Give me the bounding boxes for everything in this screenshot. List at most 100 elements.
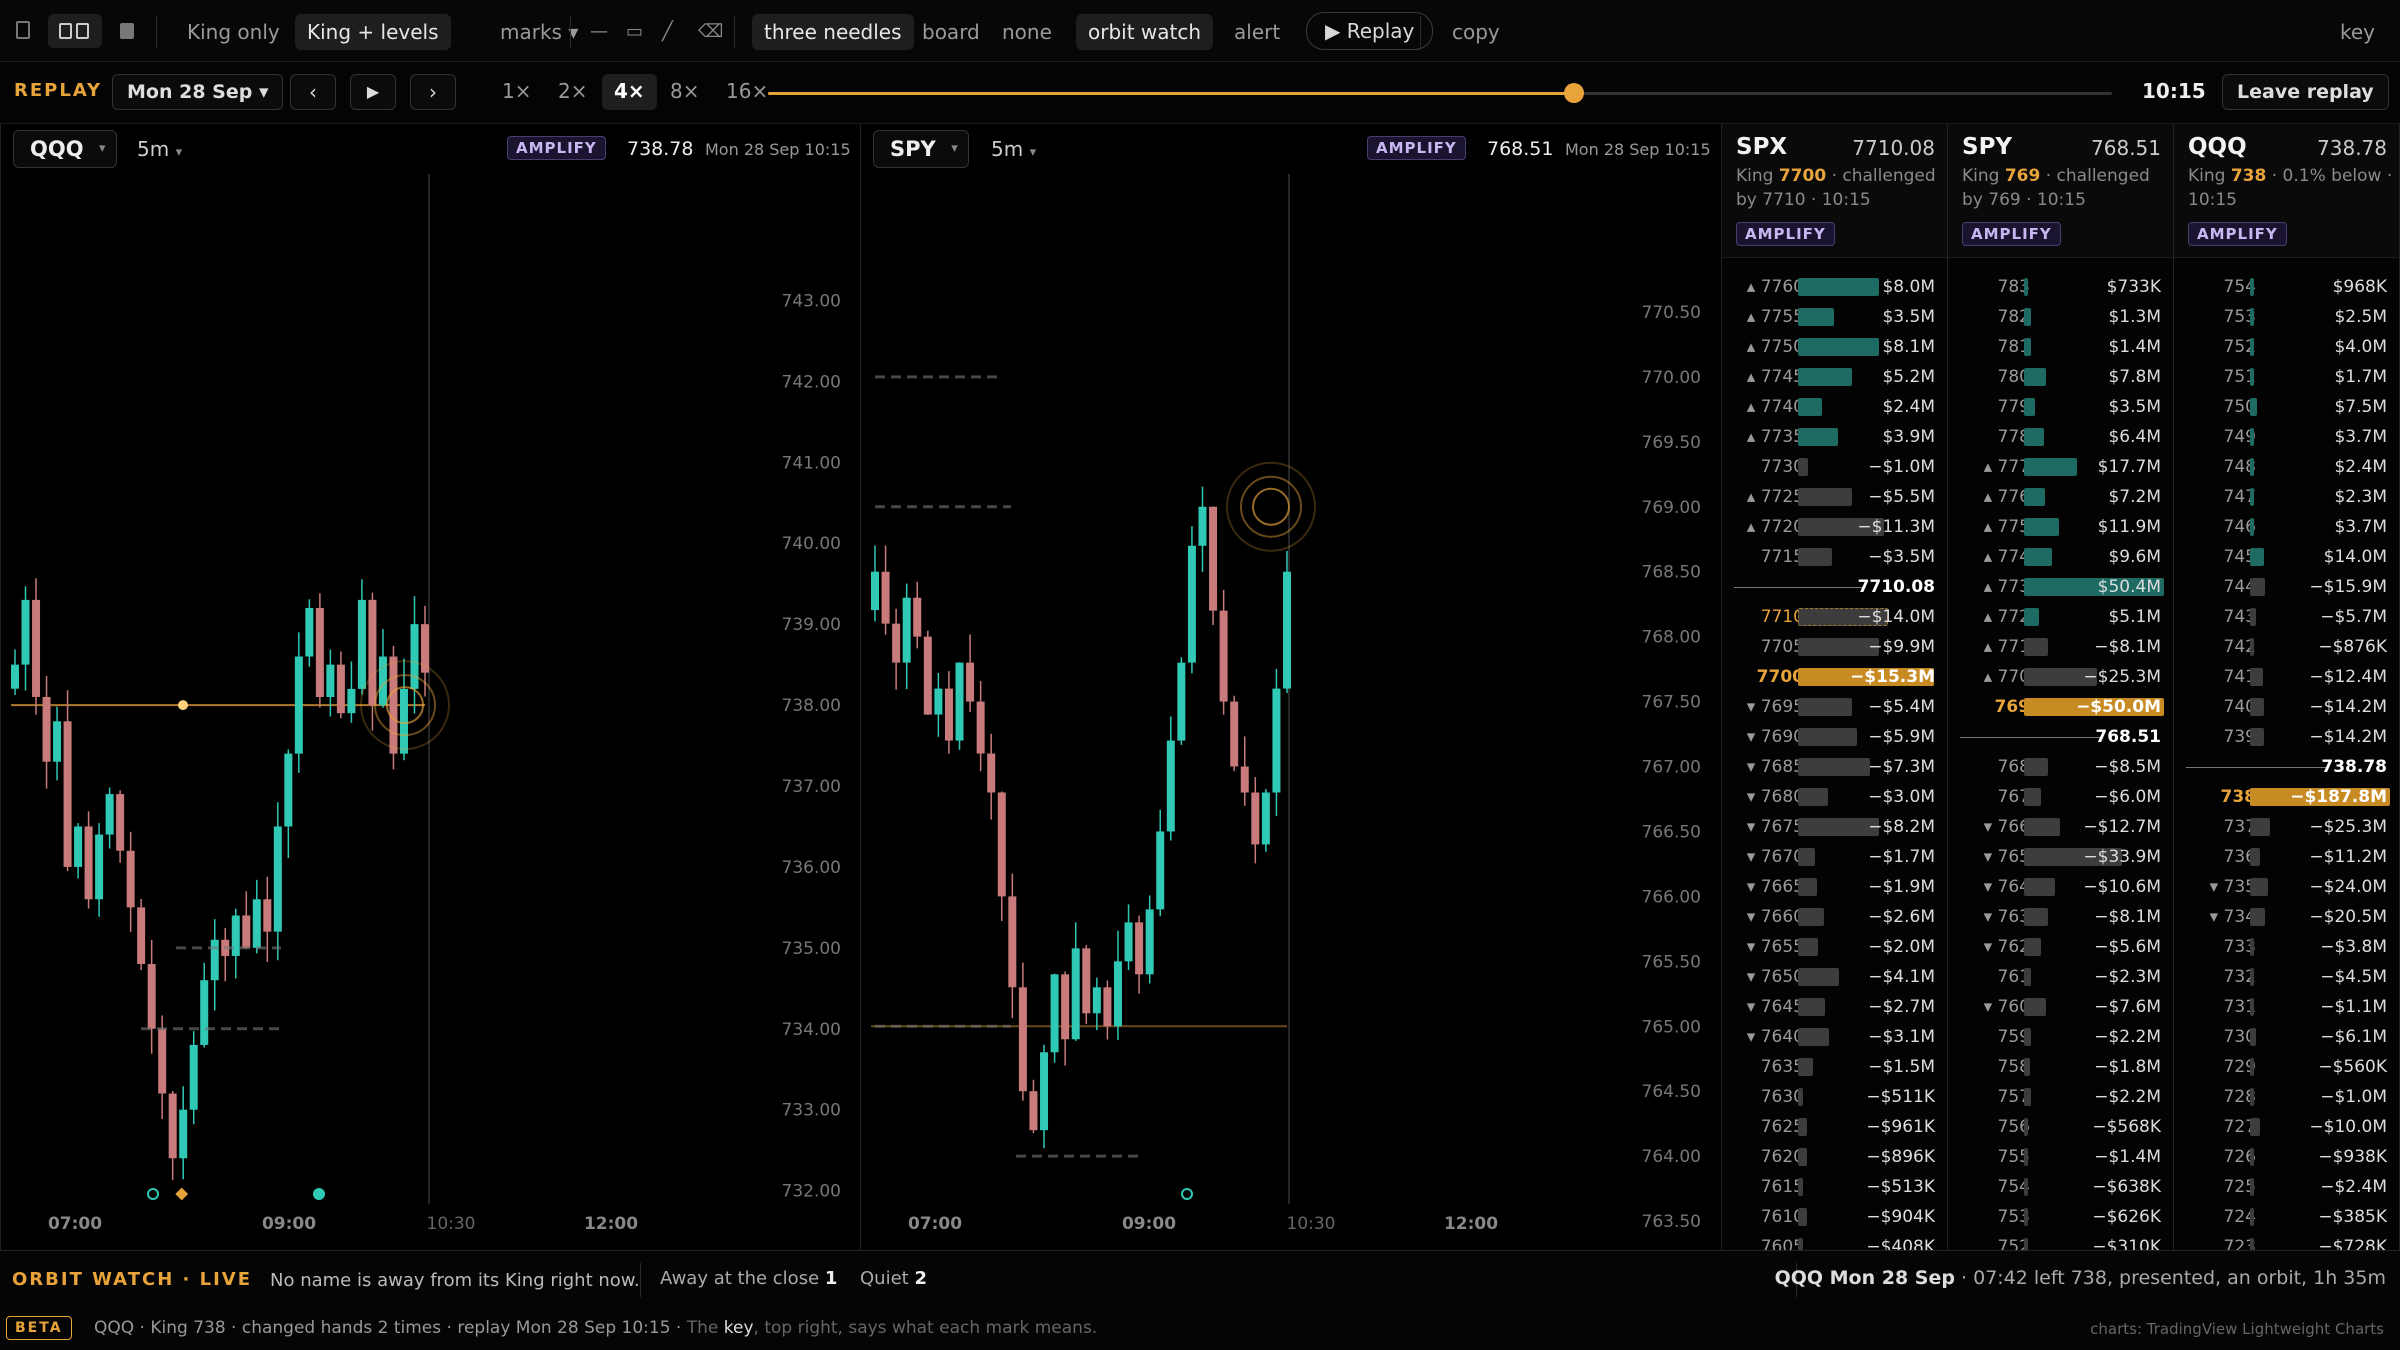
ladder-row[interactable]: ▾ 765 −$33.9M [1948, 842, 2173, 872]
ladder-row[interactable]: 778 $6.4M [1948, 422, 2173, 452]
ladder-row[interactable]: 7615 −$513K [1722, 1172, 1947, 1202]
key-button[interactable]: key [2328, 14, 2387, 50]
ladder-row[interactable]: 754 −$638K [1948, 1172, 2173, 1202]
ladder-row[interactable]: 739 −$14.2M [2174, 722, 2399, 752]
toolbar-copy-button[interactable]: copy [1440, 14, 1512, 50]
ladder-row[interactable]: 7715 −$3.5M [1722, 542, 1947, 572]
ladder-row[interactable]: 7605 −$408K [1722, 1232, 1947, 1250]
ladder-row[interactable]: 746 $3.7M [2174, 512, 2399, 542]
ladder-row[interactable]: ▾ 766 −$12.7M [1948, 812, 2173, 842]
toolbar-alert-button[interactable]: alert [1222, 14, 1292, 50]
ladder-row[interactable]: ▴ 773 $50.4M [1948, 572, 2173, 602]
ladder-row[interactable]: 724 −$385K [2174, 1202, 2399, 1232]
away-at-close-filter[interactable]: Away at the close 1 [660, 1268, 837, 1289]
ladder-row[interactable]: 749 $3.7M [2174, 422, 2399, 452]
replay-button[interactable]: ▶ Replay [1306, 12, 1434, 50]
ladder-row[interactable]: ▴ 7750 $8.1M [1722, 332, 1947, 362]
ladder-row[interactable]: ▾ 7645 −$2.7M [1722, 992, 1947, 1022]
replay-date-select[interactable]: Mon 28 Sep ▾ [112, 74, 284, 110]
ladder-row[interactable]: ▴ 7740 $2.4M [1722, 392, 1947, 422]
ladder-row[interactable]: 729 −$560K [2174, 1052, 2399, 1082]
ladder-row[interactable]: 779 $3.5M [1948, 392, 2173, 422]
ladder-row[interactable]: ▾ 7665 −$1.9M [1722, 872, 1947, 902]
ladder-row[interactable]: ▾ 7650 −$4.1M [1722, 962, 1947, 992]
ladder-row[interactable]: 767 −$6.0M [1948, 782, 2173, 812]
ladder-row[interactable]: 731 −$1.1M [2174, 992, 2399, 1022]
ladder-row[interactable]: ▴ 7735 $3.9M [1722, 422, 1947, 452]
ladder-row[interactable]: ▴ 776 $7.2M [1948, 482, 2173, 512]
ladder-row[interactable]: 759 −$2.2M [1948, 1022, 2173, 1052]
ladder-row[interactable]: ▾ 7670 −$1.7M [1722, 842, 1947, 872]
speed-1-button[interactable]: 2× [546, 74, 599, 110]
amplify-badge[interactable]: AMPLIFY [1736, 222, 1835, 246]
speed-0-button[interactable]: 1× [490, 74, 543, 110]
amplify-badge[interactable]: AMPLIFY [1962, 222, 2061, 246]
symbol-select[interactable]: QQQ ▾ [13, 130, 117, 168]
ladder-row[interactable]: 757 −$2.2M [1948, 1082, 2173, 1112]
single-pane-icon[interactable] [16, 21, 30, 39]
ladder-row[interactable]: ▾ 7690 −$5.9M [1722, 722, 1947, 752]
amplify-badge[interactable]: AMPLIFY [507, 136, 606, 160]
ladder-row[interactable]: 758 −$1.8M [1948, 1052, 2173, 1082]
ladder-row[interactable]: 744 −$15.9M [2174, 572, 2399, 602]
ladder-row[interactable]: 740 −$14.2M [2174, 692, 2399, 722]
ladder-row[interactable]: 781 $1.4M [1948, 332, 2173, 362]
ladder-row[interactable]: ▾ 735 −$24.0M [2174, 872, 2399, 902]
ladder-row[interactable]: ▾ 763 −$8.1M [1948, 902, 2173, 932]
ladder-row[interactable]: ▾ 764 −$10.6M [1948, 872, 2173, 902]
timeframe-select[interactable]: 5m ▾ [991, 130, 1036, 168]
ladder-row[interactable]: 768 −$8.5M [1948, 752, 2173, 782]
replay-progress-track[interactable] [768, 83, 2112, 103]
replay-progress-handle[interactable] [1564, 83, 1585, 103]
ladder-row[interactable]: ▴ 777 $17.7M [1948, 452, 2173, 482]
replay-play-button[interactable]: ▶ [350, 74, 396, 110]
ladder-row[interactable]: ▴ 770 −$25.3M [1948, 662, 2173, 692]
toolbar-marks-button[interactable]: marks ▾ [488, 14, 590, 50]
ladder-row[interactable]: 741 −$12.4M [2174, 662, 2399, 692]
ladder-row[interactable]: 738 −$187.8M [2174, 782, 2399, 812]
ladder-row[interactable]: 7710 −$14.0M [1722, 602, 1947, 632]
ladder-row[interactable]: ▴ 7755 $3.5M [1722, 302, 1947, 332]
ladder-row[interactable]: 7620 −$896K [1722, 1142, 1947, 1172]
ladder-row[interactable]: ▴ 771 −$8.1M [1948, 632, 2173, 662]
ladder-row[interactable]: 7730 −$1.0M [1722, 452, 1947, 482]
ladder-row[interactable]: 7635 −$1.5M [1722, 1052, 1947, 1082]
ladder-row[interactable]: 7630 −$511K [1722, 1082, 1947, 1112]
ladder-row[interactable]: 7705 −$9.9M [1722, 632, 1947, 662]
speed-3-button[interactable]: 8× [658, 74, 711, 110]
ladder-row[interactable]: 7610 −$904K [1722, 1202, 1947, 1232]
toolbar-king-levels-button[interactable]: King + levels [295, 14, 451, 50]
spy-candlestick-chart[interactable]: 770.50 770.00 769.50 769.00 768.50 768.00 767.… [861, 124, 1721, 1250]
ladder-row[interactable]: 745 $14.0M [2174, 542, 2399, 572]
orbit-summary[interactable]: QQQ Mon 28 Sep · 07:42 left 738, present… [1775, 1267, 2386, 1289]
ladder-row[interactable]: ▴ 772 $5.1M [1948, 602, 2173, 632]
ladder-row[interactable]: 723 −$728K [2174, 1232, 2399, 1250]
ladder-row[interactable]: ▾ 7655 −$2.0M [1722, 932, 1947, 962]
ladder-row[interactable]: 752 −$310K [1948, 1232, 2173, 1250]
ladder-row[interactable]: 754 $968K [2174, 272, 2399, 302]
ladder-row[interactable]: ▴ 7725 −$5.5M [1722, 482, 1947, 512]
ladder-row[interactable]: 747 $2.3M [2174, 482, 2399, 512]
ladder-row[interactable]: 726 −$938K [2174, 1142, 2399, 1172]
toolbar-king-only-button[interactable]: King only [175, 14, 292, 50]
spy-chart-pane[interactable]: 770.50 770.00 769.50 769.00 768.50 768.00 767.… [861, 124, 1722, 1250]
ladder-row[interactable]: 780 $7.8M [1948, 362, 2173, 392]
ladder-row[interactable]: ▾ 762 −$5.6M [1948, 932, 2173, 962]
ladder-row[interactable]: 737 −$25.3M [2174, 812, 2399, 842]
two-pane-icon[interactable] [48, 14, 102, 48]
toolbar-three-needles-button[interactable]: three needles [752, 14, 914, 50]
line-tool-icon[interactable]: — [584, 14, 614, 50]
timeframe-select[interactable]: 5m ▾ [137, 130, 182, 168]
leave-replay-button[interactable]: Leave replay [2222, 74, 2389, 110]
ladder-row[interactable]: ▾ 7660 −$2.6M [1722, 902, 1947, 932]
ladder-row[interactable]: ▾ 7695 −$5.4M [1722, 692, 1947, 722]
ladder-row[interactable]: ▾ 7680 −$3.0M [1722, 782, 1947, 812]
ladder-row[interactable]: ▾ 7640 −$3.1M [1722, 1022, 1947, 1052]
ladder-row[interactable]: 7625 −$961K [1722, 1112, 1947, 1142]
ladder-row[interactable]: 727 −$10.0M [2174, 1112, 2399, 1142]
ladder-row[interactable]: 756 −$568K [1948, 1112, 2173, 1142]
qqq-candlestick-chart[interactable]: 743.00 742.00 741.00 740.00 739.00 738.00 737.… [1, 124, 861, 1250]
speed-2-button[interactable]: 4× [602, 74, 657, 110]
ladder-row[interactable]: 748 $2.4M [2174, 452, 2399, 482]
qqq-chart-pane[interactable]: 743.00 742.00 741.00 740.00 739.00 738.00 737.… [0, 124, 861, 1250]
